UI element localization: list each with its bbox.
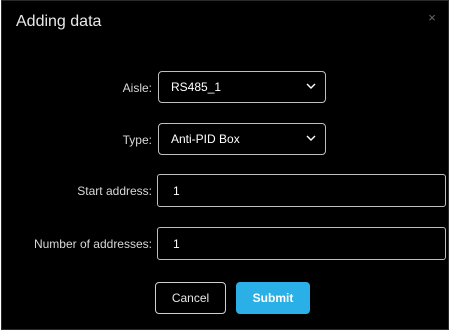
start-address-label: Start address:: [77, 184, 152, 198]
type-select-value: Anti-PID Box: [171, 132, 240, 146]
chevron-down-icon: [306, 83, 316, 89]
adding-data-dialog: Adding data × Aisle: RS485_1 Type: Anti-…: [1, 0, 449, 330]
chevron-down-icon: [306, 135, 316, 141]
number-of-addresses-row: Number of addresses:: [2, 227, 450, 261]
close-icon[interactable]: ×: [425, 11, 439, 25]
type-select[interactable]: Anti-PID Box: [158, 123, 326, 155]
cancel-button[interactable]: Cancel: [155, 282, 226, 314]
start-address-input[interactable]: [157, 174, 446, 207]
aisle-select[interactable]: RS485_1: [158, 71, 326, 103]
type-label: Type:: [122, 133, 152, 147]
start-address-row: Start address:: [2, 174, 450, 208]
aisle-label: Aisle:: [122, 81, 152, 95]
number-of-addresses-label: Number of addresses:: [33, 237, 152, 251]
aisle-select-value: RS485_1: [171, 80, 222, 94]
dialog-title: Adding data: [16, 13, 102, 30]
type-row: Type: Anti-PID Box: [2, 123, 450, 157]
number-of-addresses-input[interactable]: [157, 227, 446, 260]
submit-button[interactable]: Submit: [236, 282, 310, 314]
aisle-row: Aisle: RS485_1: [2, 71, 450, 105]
